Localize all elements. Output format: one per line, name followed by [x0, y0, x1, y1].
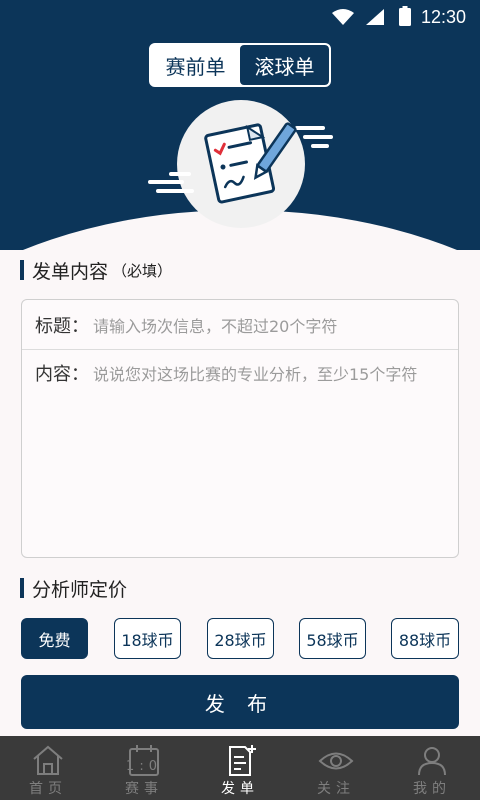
status-time: 12:30: [420, 7, 466, 27]
publish-button[interactable]: 发 布: [21, 675, 459, 729]
content-section-title: 发单内容 （必填）: [20, 257, 172, 283]
bottom-nav: 首页 1:0 赛事 发单 关注 我的: [0, 736, 480, 800]
content-label: 内容：: [35, 364, 89, 385]
scoreboard-text: 1:0: [127, 759, 161, 774]
section-accent-bar: [20, 260, 24, 280]
nav-post[interactable]: 发单: [192, 736, 288, 800]
tab-live[interactable]: 滚球单: [240, 45, 329, 85]
content-field[interactable]: 内容： 说说您对这场比赛的专业分析，至少15个字符: [22, 356, 458, 390]
status-bar: 12:30: [0, 0, 480, 34]
pricing-section-label: 分析师定价: [32, 578, 128, 601]
content-section-label: 发单内容: [32, 260, 109, 283]
wifi-icon: [332, 9, 354, 25]
price-58-button[interactable]: 58球币: [299, 618, 366, 659]
price-options: 免费 18球币 28球币 58球币 88球币: [21, 618, 459, 660]
nav-mine-label: 我的: [413, 781, 451, 797]
header: 12:30 赛前单 滚球单: [0, 0, 480, 250]
scoreboard-icon: 1:0: [127, 745, 161, 776]
tab-pre-match[interactable]: 赛前单: [151, 45, 240, 85]
price-28-button[interactable]: 28球币: [207, 618, 274, 659]
title-label: 标题：: [35, 315, 89, 337]
nav-follow[interactable]: 关注: [288, 736, 384, 800]
pricing-section-title: 分析师定价: [20, 575, 127, 601]
post-form: 标题： 请输入场次信息，不超过20个字符 内容： 说说您对这场比赛的专业分析，至…: [21, 299, 459, 558]
nav-matches-label: 赛事: [125, 781, 163, 797]
content-textarea[interactable]: 说说您对这场比赛的专业分析，至少15个字符: [93, 361, 417, 385]
nav-mine[interactable]: 我的: [384, 736, 480, 800]
title-input[interactable]: 请输入场次信息，不超过20个字符: [93, 313, 337, 337]
signal-icon: [366, 9, 384, 25]
price-18-button[interactable]: 18球币: [114, 618, 181, 659]
home-icon: [33, 745, 63, 775]
title-field[interactable]: 标题： 请输入场次信息，不超过20个字符: [22, 300, 458, 350]
required-note: （必填）: [112, 261, 173, 280]
nav-matches[interactable]: 1:0 赛事: [96, 736, 192, 800]
price-free-button[interactable]: 免费: [21, 618, 88, 659]
user-icon: [418, 747, 446, 776]
price-88-button[interactable]: 88球币: [391, 618, 459, 659]
order-type-toggle: 赛前单 滚球单: [149, 43, 331, 87]
document-edit-icon: [148, 122, 333, 204]
nav-follow-label: 关注: [317, 781, 355, 797]
eye-icon: [318, 752, 354, 770]
nav-post-label: 发单: [221, 781, 259, 797]
post-icon: [229, 745, 256, 776]
nav-home-label: 首页: [29, 781, 67, 797]
nav-home[interactable]: 首页: [0, 736, 96, 800]
section-accent-bar: [20, 578, 24, 598]
battery-icon: [399, 6, 411, 26]
